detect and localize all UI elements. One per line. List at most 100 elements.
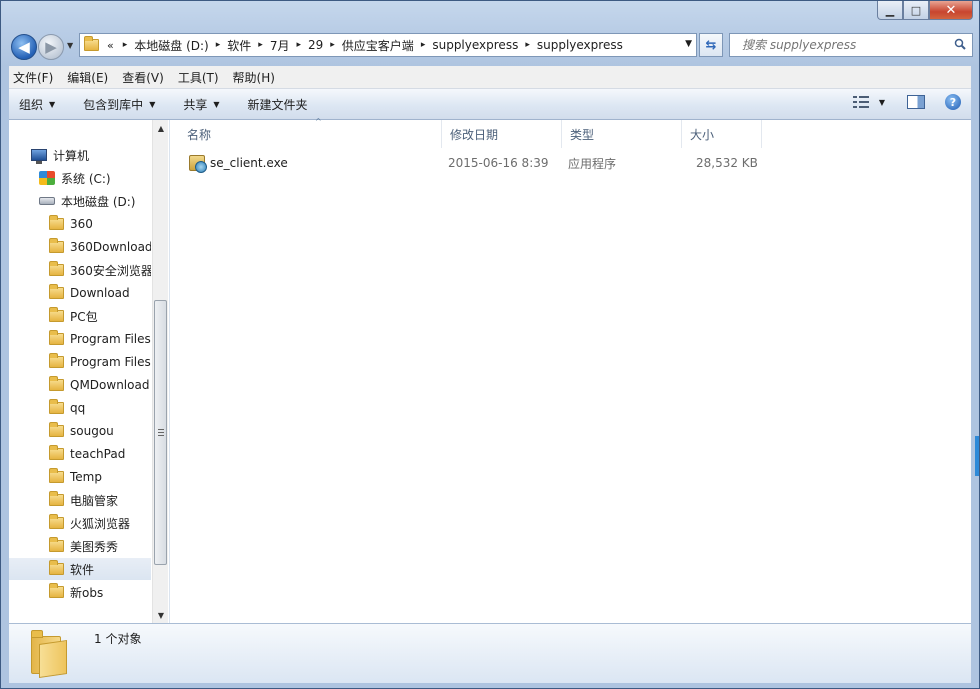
column-label: 类型 [570, 127, 595, 142]
column-label: 名称 [187, 127, 212, 142]
close-button[interactable]: ✕ [929, 1, 973, 20]
help-icon[interactable]: ? [945, 94, 961, 110]
scroll-up-button[interactable]: ▲ [153, 120, 169, 136]
breadcrumb-separator-icon[interactable]: ▸ [123, 40, 128, 50]
address-dropdown-icon[interactable]: ▼ [685, 39, 692, 49]
tree-item-folder[interactable]: QMDownload [49, 374, 149, 396]
tree-item-label: 系统 (C:) [61, 171, 111, 186]
tree-item-label: 360安全浏览器 [70, 263, 151, 278]
navigation-scrollbar[interactable]: ▲ ▼ [152, 120, 168, 623]
folder-icon [49, 399, 64, 414]
share-button[interactable]: 共享 ▼ [183, 96, 219, 113]
tree-item-label: Download [70, 286, 130, 300]
address-bar[interactable]: « ▸ 本地磁盘 (D:) ▸ 软件 ▸ 7月 ▸ 29 ▸ 供应宝客户端 ▸ … [79, 33, 697, 57]
tree-item-folder[interactable]: sougou [49, 420, 114, 442]
folder-icon [49, 238, 64, 253]
tree-item-drive-d[interactable]: 本地磁盘 (D:) [39, 190, 135, 212]
organize-label: 组织 [19, 97, 44, 112]
column-header-modified[interactable]: 修改日期 [442, 120, 562, 148]
preview-pane-icon[interactable] [907, 95, 925, 109]
column-header-size[interactable]: 大小 [682, 120, 762, 148]
tree-item-label: teachPad [70, 447, 126, 461]
menu-tools[interactable]: 工具(T) [178, 69, 219, 86]
breadcrumb-separator-icon[interactable]: ▸ [330, 40, 335, 50]
tree-item-folder[interactable]: 360Download [49, 236, 151, 258]
file-size: 28,532 KB [696, 156, 758, 170]
refresh-button[interactable]: ⇆ [699, 33, 723, 57]
breadcrumb-separator-icon[interactable]: ▸ [525, 40, 530, 50]
tree-item-label: QMDownload [70, 378, 150, 392]
maximize-button[interactable]: □ [903, 1, 929, 20]
tree-item-folder[interactable]: Temp [49, 466, 102, 488]
search-icon[interactable] [954, 38, 966, 50]
breadcrumb-overflow-button[interactable]: « [107, 39, 114, 52]
breadcrumb-separator-icon[interactable]: ▸ [296, 40, 301, 50]
minimize-button[interactable]: ▁ [877, 1, 903, 20]
navigation-bar: ◀ ▶ ▼ « ▸ 本地磁盘 (D:) ▸ 软件 ▸ 7月 ▸ 29 ▸ 供应宝… [9, 31, 973, 61]
breadcrumb-item[interactable]: 本地磁盘 (D:) [134, 37, 208, 54]
folder-icon [49, 468, 64, 483]
folder-icon [84, 36, 99, 51]
breadcrumb-item[interactable]: supplyexpress [537, 38, 623, 52]
tree-item-folder[interactable]: PC包 [49, 305, 98, 327]
tree-item-label: 软件 [70, 562, 95, 577]
tree-item-folder[interactable]: 360安全浏览器 [49, 259, 151, 281]
tree-item-computer[interactable]: 计算机 [31, 144, 89, 166]
new-folder-button[interactable]: 新建文件夹 [248, 96, 308, 113]
tree-item-folder[interactable]: 软件 [9, 558, 151, 580]
breadcrumb-item[interactable]: 供应宝客户端 [342, 37, 414, 54]
forward-button[interactable]: ▶ [38, 34, 64, 60]
breadcrumb-item[interactable]: 7月 [270, 37, 290, 54]
breadcrumb-separator-icon[interactable]: ▸ [258, 40, 263, 50]
menu-view[interactable]: 查看(V) [122, 69, 164, 86]
tree-item-folder[interactable]: Program Files [49, 351, 151, 373]
folder-icon [49, 537, 64, 552]
computer-icon [31, 149, 47, 164]
tree-item-folder[interactable]: qq [49, 397, 85, 419]
breadcrumb-item[interactable]: 软件 [227, 37, 251, 54]
views-dropdown-icon[interactable]: ▼ [879, 98, 885, 107]
explorer-window: ▁ □ ✕ ◀ ▶ ▼ « ▸ 本地磁盘 (D:) ▸ 软件 ▸ 7月 ▸ 29… [0, 0, 980, 689]
tree-item-folder[interactable]: 火狐浏览器 [49, 512, 130, 534]
file-type: 应用程序 [568, 156, 617, 171]
file-list: 名称 ^ 修改日期 类型 大小 se_client.exe 2015-06-16… [171, 117, 971, 623]
tree-item-folder[interactable]: Download [49, 282, 130, 304]
scrollbar-thumb[interactable] [154, 300, 167, 565]
tree-item-folder[interactable]: 360 [49, 213, 93, 235]
sort-ascending-icon: ^ [315, 117, 322, 126]
search-box[interactable] [729, 33, 973, 57]
organize-button[interactable]: 组织 ▼ [19, 96, 55, 113]
scroll-down-button[interactable]: ▼ [153, 607, 169, 623]
tree-item-folder[interactable]: 电脑管家 [49, 489, 118, 511]
menu-edit[interactable]: 编辑(E) [67, 69, 108, 86]
breadcrumb-item[interactable]: 29 [308, 38, 323, 52]
tree-item-label: qq [70, 401, 86, 415]
chevron-down-icon: ▼ [49, 99, 56, 109]
toolbar-right-group: ▼ ? [852, 94, 961, 110]
tree-item-folder[interactable]: 美图秀秀 [49, 535, 118, 557]
command-bar: 组织 ▼ 包含到库中 ▼ 共享 ▼ 新建文件夹 ▼ ? [9, 89, 971, 120]
window-controls: ▁ □ ✕ [877, 1, 973, 20]
chevron-down-icon: ▼ [149, 99, 156, 109]
breadcrumb-separator-icon[interactable]: ▸ [421, 40, 426, 50]
menu-file[interactable]: 文件(F) [13, 69, 53, 86]
search-input[interactable] [740, 37, 940, 53]
tree-item-label: 本地磁盘 (D:) [61, 194, 136, 209]
folder-icon [49, 491, 64, 506]
column-header-name[interactable]: 名称 ^ [179, 117, 442, 148]
file-row[interactable]: se_client.exe 2015-06-16 8:39 应用程序 28,53… [171, 152, 771, 174]
include-in-library-button[interactable]: 包含到库中 ▼ [83, 96, 155, 113]
breadcrumb-item[interactable]: supplyexpress [432, 38, 518, 52]
tree-item-folder[interactable]: teachPad [49, 443, 125, 465]
tree-item-folder[interactable]: Program Files [49, 328, 151, 350]
change-view-icon[interactable] [852, 95, 871, 109]
file-name-cell[interactable]: se_client.exe [189, 152, 288, 174]
tree-item-folder[interactable]: 新obs [49, 581, 103, 603]
column-header-type[interactable]: 类型 [562, 120, 682, 148]
breadcrumb-separator-icon[interactable]: ▸ [216, 40, 221, 50]
tree-item-drive-c[interactable]: 系统 (C:) [39, 167, 111, 189]
menu-help[interactable]: 帮助(H) [233, 69, 275, 86]
back-button[interactable]: ◀ [11, 34, 37, 60]
pane-splitter[interactable] [169, 120, 170, 623]
recent-pages-dropdown[interactable]: ▼ [67, 41, 73, 50]
